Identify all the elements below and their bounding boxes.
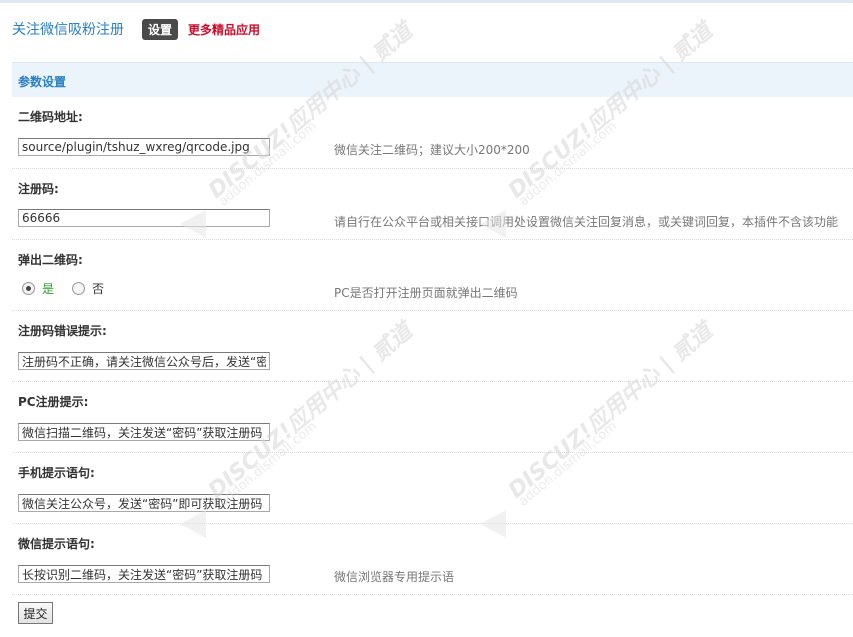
radio-yes-label[interactable]: 是: [42, 280, 54, 297]
page-header: 关注微信吸粉注册 设置 更多精品应用: [12, 18, 260, 40]
error-tip-input[interactable]: [18, 352, 270, 370]
setting-row-regcode: 注册码: 请自行在公众平台或相关接口调用处设置微信关注回复消息，或关键词回复，本…: [12, 168, 853, 240]
row-hint: 微信浏览器专用提示语: [334, 570, 455, 584]
section-title: 参数设置: [18, 75, 67, 89]
setting-row-qrcode: 二维码地址: 微信关注二维码；建议大小200*200: [12, 96, 853, 169]
section-header: 参数设置: [12, 62, 853, 97]
submit-button[interactable]: 提交: [18, 602, 53, 624]
row-hint: 请自行在公众平台或相关接口调用处设置微信关注回复消息，或关键词回复，本插件不含该…: [334, 215, 839, 229]
wechat-tip-input[interactable]: [18, 565, 270, 583]
setting-row-popup: 弹出二维码: 是 否 PC是否打开注册页面就弹出二维码: [12, 239, 853, 311]
row-label: 弹出二维码:: [18, 253, 83, 267]
row-label: 手机提示语句:: [18, 466, 95, 480]
row-label: 注册码:: [18, 182, 59, 196]
mobile-tip-input[interactable]: [18, 494, 270, 512]
top-border: [0, 0, 853, 3]
radio-no[interactable]: [72, 282, 86, 295]
pc-tip-input[interactable]: [18, 423, 270, 441]
tab-settings[interactable]: 设置: [142, 18, 179, 40]
setting-row-pc-tip: PC注册提示:: [12, 381, 853, 453]
row-hint: 微信关注二维码；建议大小200*200: [334, 143, 530, 157]
setting-row-mobile-tip: 手机提示语句:: [12, 452, 853, 524]
radio-no-label[interactable]: 否: [92, 280, 104, 297]
row-label: 注册码错误提示:: [18, 324, 107, 338]
reg-code-input[interactable]: [18, 209, 270, 227]
popup-radio-group: 是 否: [22, 280, 122, 297]
setting-row-error-tip: 注册码错误提示:: [12, 310, 853, 382]
row-hint: PC是否打开注册页面就弹出二维码: [334, 286, 518, 300]
row-divider: [12, 594, 853, 595]
setting-row-wechat-tip: 微信提示语句: 微信浏览器专用提示语: [12, 523, 853, 595]
radio-yes[interactable]: [22, 282, 35, 295]
row-label: 微信提示语句:: [18, 537, 95, 551]
row-label: 二维码地址:: [18, 110, 83, 124]
row-label: PC注册提示:: [18, 395, 89, 409]
qrcode-url-input[interactable]: [18, 138, 270, 156]
more-apps-link[interactable]: 更多精品应用: [188, 21, 260, 38]
app-title: 关注微信吸粉注册: [12, 22, 124, 38]
